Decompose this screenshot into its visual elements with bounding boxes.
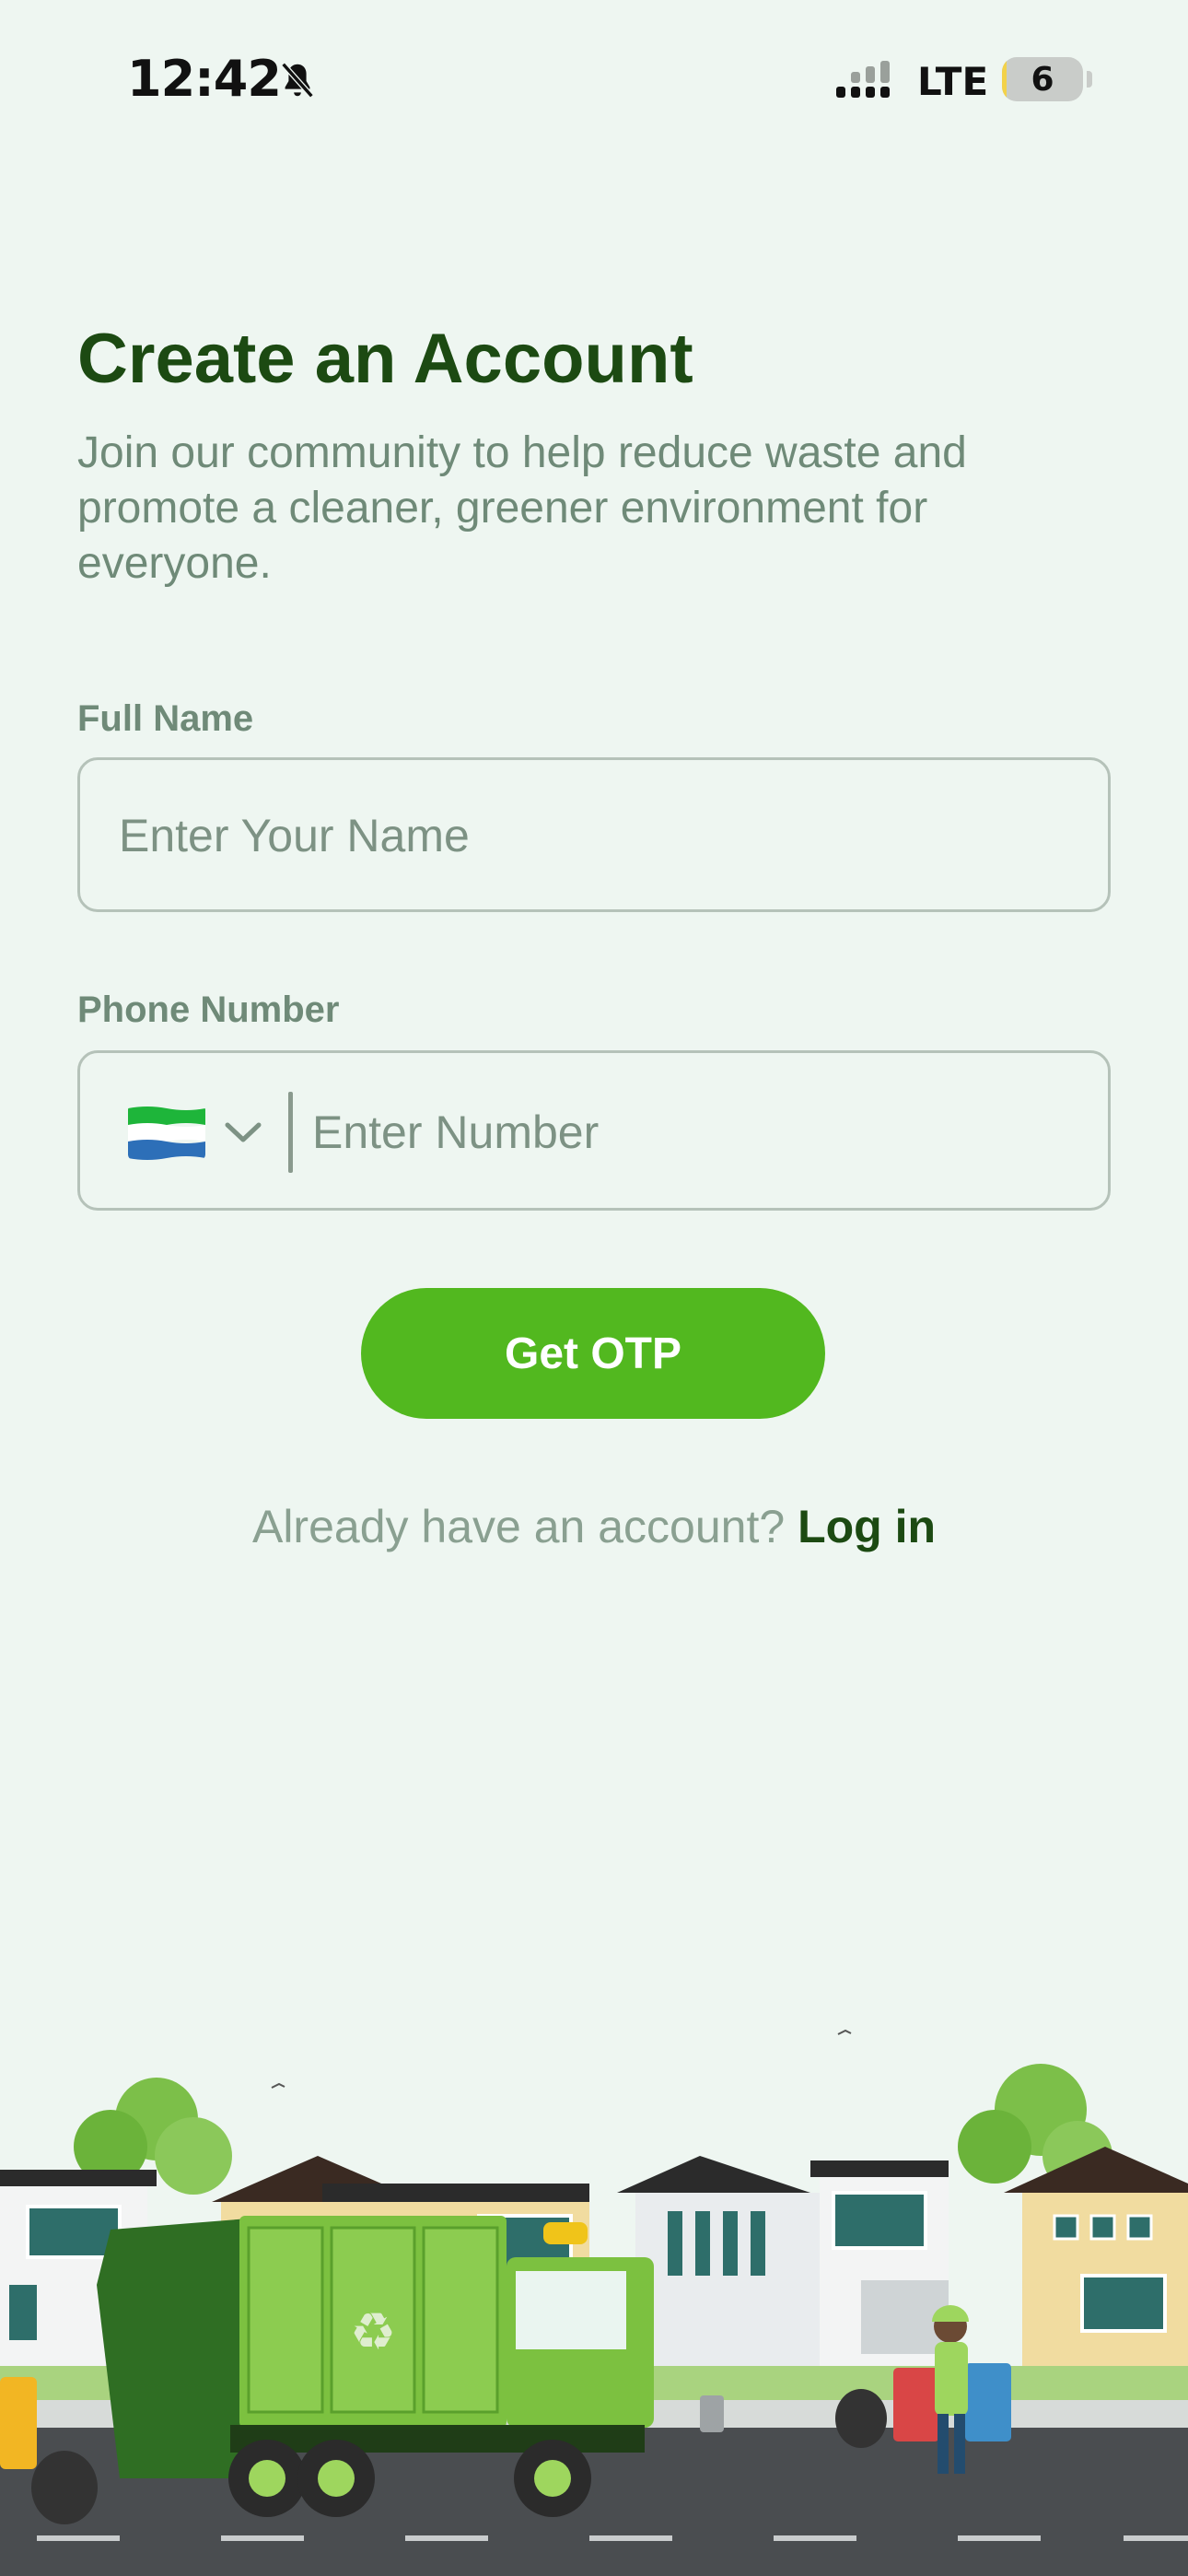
trees-icon <box>74 2064 1112 2195</box>
get-otp-button[interactable]: Get OTP <box>361 1288 825 1419</box>
page-title: Create an Account <box>77 320 693 398</box>
battery-tip <box>1087 71 1092 88</box>
phone-number-label: Phone Number <box>77 989 340 1030</box>
chevron-down-icon[interactable] <box>220 1114 266 1151</box>
battery-level: 6 <box>1031 61 1054 99</box>
bell-slash-icon <box>281 62 314 99</box>
page-subtitle: Join our community to help reduce waste … <box>77 428 967 588</box>
full-name-input[interactable] <box>119 806 1040 865</box>
phone-number-field[interactable] <box>77 1050 1111 1211</box>
status-time: 12:42 <box>127 50 282 108</box>
city-cleanup-illustration: ♻ <box>0 2029 1188 2576</box>
full-name-field[interactable] <box>77 757 1111 912</box>
login-prompt: Already have an account? Log in <box>0 1500 1188 1553</box>
login-prompt-text: Already have an account? <box>251 1501 786 1552</box>
phone-number-input[interactable] <box>312 1103 1067 1162</box>
status-bar: 12:42 LTE 6 <box>0 0 1188 166</box>
svg-text:♻: ♻ <box>350 2302 396 2362</box>
sierra-leone-flag-icon[interactable] <box>128 1105 205 1160</box>
signal-icon <box>836 61 890 98</box>
field-divider <box>288 1092 293 1173</box>
full-name-label: Full Name <box>77 698 254 739</box>
network-type: LTE <box>917 59 989 104</box>
battery-icon: 6 <box>1002 57 1083 101</box>
login-link[interactable]: Log in <box>798 1501 936 1552</box>
